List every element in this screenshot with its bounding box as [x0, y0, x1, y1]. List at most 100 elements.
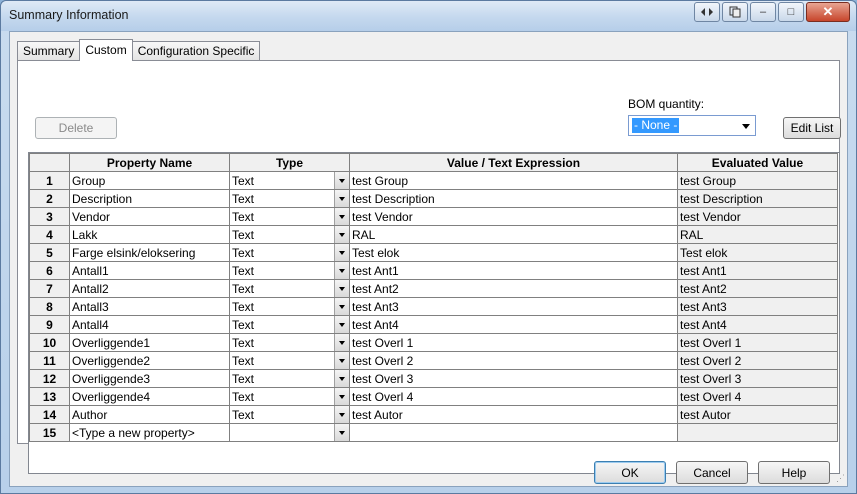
type-cell[interactable]: Text	[229, 387, 350, 406]
chevron-down-icon[interactable]	[334, 190, 349, 207]
type-cell[interactable]: Text	[229, 333, 350, 352]
type-cell[interactable]: Text	[229, 261, 350, 280]
table-row[interactable]: 9 Antall4 Text test Ant4 test Ant4	[29, 315, 838, 334]
property-name-cell[interactable]: Description	[69, 189, 230, 208]
chevron-down-icon[interactable]	[334, 406, 349, 423]
row-number[interactable]: 8	[29, 297, 70, 316]
row-number[interactable]: 12	[29, 369, 70, 388]
chevron-down-icon[interactable]	[334, 262, 349, 279]
type-cell[interactable]: Text	[229, 315, 350, 334]
arrows-icon[interactable]	[694, 2, 720, 22]
table-row[interactable]: 11 Overliggende2 Text test Overl 2 test Over…	[29, 351, 838, 370]
chevron-down-icon[interactable]	[334, 352, 349, 369]
chevron-down-icon[interactable]	[334, 370, 349, 387]
table-row[interactable]: 6 Antall1 Text test Ant1 test Ant1	[29, 261, 838, 280]
type-cell[interactable]: Text	[229, 405, 350, 424]
value-expression-cell[interactable]: test Group	[349, 171, 678, 190]
property-name-cell[interactable]: Antall2	[69, 279, 230, 298]
cancel-button[interactable]: Cancel	[676, 461, 748, 484]
type-cell[interactable]: Text	[229, 369, 350, 388]
copy-icon[interactable]	[722, 2, 748, 22]
table-row[interactable]: 14 Author Text test Autor test Autor	[29, 405, 838, 424]
chevron-down-icon[interactable]	[334, 424, 349, 441]
value-expression-cell[interactable]: test Description	[349, 189, 678, 208]
table-row[interactable]: 7 Antall2 Text test Ant2 test Ant2	[29, 279, 838, 298]
row-number[interactable]: 3	[29, 207, 70, 226]
table-row[interactable]: 1 Group Text test Group test Group	[29, 171, 838, 190]
value-expression-cell[interactable]: test Autor	[349, 405, 678, 424]
value-expression-cell[interactable]: test Overl 3	[349, 369, 678, 388]
type-cell[interactable]	[229, 423, 350, 442]
value-expression-cell[interactable]: test Ant4	[349, 315, 678, 334]
help-button[interactable]: Help	[758, 461, 830, 484]
row-number[interactable]: 15	[29, 423, 70, 442]
chevron-down-icon[interactable]	[334, 334, 349, 351]
row-number[interactable]: 13	[29, 387, 70, 406]
property-name-cell[interactable]: Overliggende1	[69, 333, 230, 352]
table-row[interactable]: 5 Farge elsink/eloksering Text Test elok Tes…	[29, 243, 838, 262]
table-row[interactable]: 4 Lakk Text RAL RAL	[29, 225, 838, 244]
chevron-down-icon[interactable]	[334, 244, 349, 261]
table-row[interactable]: 2 Description Text test Description test Des…	[29, 189, 838, 208]
maximize-icon[interactable]: □	[778, 2, 804, 22]
chevron-down-icon[interactable]	[334, 280, 349, 297]
property-name-cell[interactable]: Overliggende3	[69, 369, 230, 388]
type-cell[interactable]: Text	[229, 171, 350, 190]
value-expression-cell[interactable]: test Ant2	[349, 279, 678, 298]
row-number[interactable]: 14	[29, 405, 70, 424]
tab-custom[interactable]: Custom	[79, 39, 133, 61]
table-row[interactable]: 12 Overliggende3 Text test Overl 3 test Over…	[29, 369, 838, 388]
type-cell[interactable]: Text	[229, 297, 350, 316]
chevron-down-icon[interactable]	[334, 226, 349, 243]
chevron-down-icon[interactable]	[334, 316, 349, 333]
chevron-down-icon[interactable]	[334, 172, 349, 189]
tab-configuration-specific[interactable]: Configuration Specific	[131, 41, 261, 61]
row-number[interactable]: 11	[29, 351, 70, 370]
type-cell[interactable]: Text	[229, 225, 350, 244]
header-value[interactable]: Value / Text Expression	[349, 153, 678, 172]
ok-button[interactable]: OK	[594, 461, 666, 484]
property-name-cell[interactable]: Vendor	[69, 207, 230, 226]
table-row[interactable]: 8 Antall3 Text test Ant3 test Ant3	[29, 297, 838, 316]
property-name-cell[interactable]: Lakk	[69, 225, 230, 244]
property-name-cell[interactable]: Farge elsink/eloksering	[69, 243, 230, 262]
row-number[interactable]: 9	[29, 315, 70, 334]
delete-button[interactable]: Delete	[35, 117, 117, 139]
value-expression-cell[interactable]: test Ant3	[349, 297, 678, 316]
table-row[interactable]: 10 Overliggende1 Text test Overl 1 test Over…	[29, 333, 838, 352]
table-row[interactable]: 13 Overliggende4 Text test Overl 4 test Over…	[29, 387, 838, 406]
row-number[interactable]: 2	[29, 189, 70, 208]
value-expression-cell[interactable]: test Overl 2	[349, 351, 678, 370]
header-property-name[interactable]: Property Name	[69, 153, 230, 172]
value-expression-cell[interactable]: test Ant1	[349, 261, 678, 280]
property-name-cell[interactable]: Antall3	[69, 297, 230, 316]
property-name-cell[interactable]: Group	[69, 171, 230, 190]
chevron-down-icon[interactable]	[334, 298, 349, 315]
table-row[interactable]: 15 <Type a new property>	[29, 423, 838, 442]
row-number[interactable]: 4	[29, 225, 70, 244]
row-number[interactable]: 10	[29, 333, 70, 352]
property-name-cell[interactable]: <Type a new property>	[69, 423, 230, 442]
header-corner[interactable]	[29, 153, 70, 172]
header-evaluated-value[interactable]: Evaluated Value	[677, 153, 838, 172]
edit-list-button[interactable]: Edit List	[783, 117, 841, 139]
property-name-cell[interactable]: Overliggende2	[69, 351, 230, 370]
value-expression-cell[interactable]: RAL	[349, 225, 678, 244]
chevron-down-icon[interactable]	[334, 388, 349, 405]
close-icon[interactable]: ✕	[806, 2, 850, 22]
bom-quantity-select[interactable]: - None -	[628, 115, 756, 136]
type-cell[interactable]: Text	[229, 207, 350, 226]
type-cell[interactable]: Text	[229, 351, 350, 370]
row-number[interactable]: 7	[29, 279, 70, 298]
resize-grip-icon[interactable]: ⋰	[836, 473, 845, 484]
property-name-cell[interactable]: Antall4	[69, 315, 230, 334]
value-expression-cell[interactable]: test Overl 4	[349, 387, 678, 406]
row-number[interactable]: 6	[29, 261, 70, 280]
tab-summary[interactable]: Summary	[17, 41, 81, 61]
chevron-down-icon[interactable]	[334, 208, 349, 225]
value-expression-cell[interactable]: Test elok	[349, 243, 678, 262]
property-name-cell[interactable]: Author	[69, 405, 230, 424]
type-cell[interactable]: Text	[229, 189, 350, 208]
value-expression-cell[interactable]	[349, 423, 678, 442]
value-expression-cell[interactable]: test Overl 1	[349, 333, 678, 352]
